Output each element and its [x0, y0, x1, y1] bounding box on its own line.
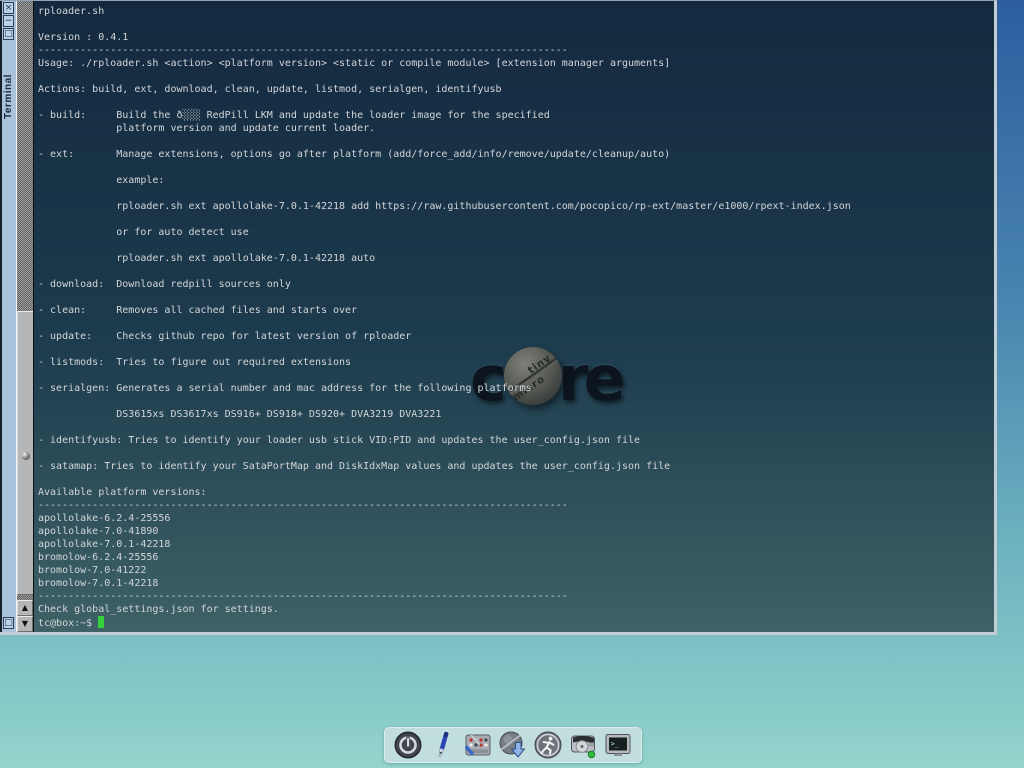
scrollbar[interactable]: ▲ ▼ — [17, 1, 34, 632]
maximize-button[interactable]: □ — [3, 28, 14, 40]
run-icon[interactable] — [533, 730, 563, 760]
close-button[interactable]: × — [3, 2, 14, 14]
pen-icon[interactable] — [428, 730, 458, 760]
desktop: { "window": { "title": "Terminal", "clos… — [0, 0, 1024, 768]
prompt-line: tc@box:~$ — [34, 616, 994, 630]
iconify-button[interactable]: □ — [3, 617, 14, 629]
scroll-up-button[interactable]: ▲ — [17, 600, 33, 616]
shade-button[interactable]: − — [3, 15, 14, 27]
terminal-app-icon[interactable]: >_ — [603, 730, 633, 760]
scroll-down-button[interactable]: ▼ — [17, 616, 33, 632]
control-panel-icon[interactable] — [463, 730, 493, 760]
shell-prompt: tc@box:~$ — [38, 618, 92, 629]
terminal-cursor — [98, 616, 104, 628]
terminal-output: rploader.sh Version : 0.4.1 ------------… — [34, 1, 994, 616]
terminal-content[interactable]: c re tiny micro rploader.sh Version : 0.… — [34, 1, 994, 632]
scrollbar-dimple — [22, 452, 30, 460]
scrollbar-arrows: ▲ ▼ — [17, 600, 33, 632]
apps-download-icon[interactable] — [498, 730, 528, 760]
svg-text:>_: >_ — [611, 740, 620, 748]
power-icon[interactable] — [393, 730, 423, 760]
mount-drive-icon[interactable] — [568, 730, 598, 760]
window-titlebar[interactable]: × − □ Terminal □ — [0, 1, 17, 632]
dock: >_ — [384, 727, 642, 763]
terminal-window: × − □ Terminal □ ▲ ▼ c re tiny micro rpl… — [0, 0, 997, 635]
window-title: Terminal — [3, 47, 15, 119]
scrollbar-thumb[interactable] — [17, 311, 33, 595]
